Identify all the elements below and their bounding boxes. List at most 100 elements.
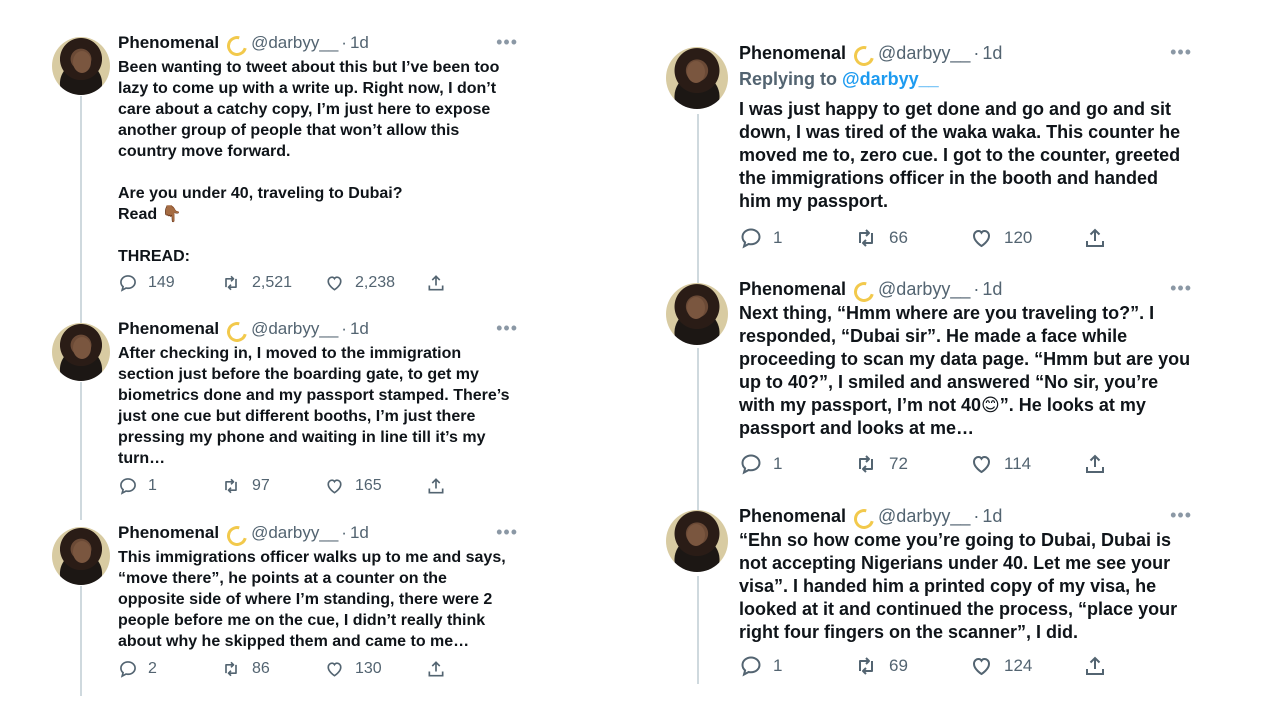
- author-handle[interactable]: @darbyy__: [878, 40, 970, 66]
- retweet-button[interactable]: 69: [853, 654, 969, 678]
- replying-to-label: Replying to: [739, 69, 837, 89]
- retweet-icon: [225, 275, 237, 291]
- retweet-icon: [225, 661, 237, 677]
- heart-icon: [327, 479, 342, 494]
- like-button[interactable]: 165: [324, 476, 426, 496]
- author-name[interactable]: Phenomenal: [118, 520, 219, 546]
- tweet-time[interactable]: 1d: [350, 520, 369, 546]
- avatar[interactable]: [52, 323, 110, 381]
- retweet-button[interactable]: 66: [853, 226, 969, 250]
- tweet-time[interactable]: 1d: [350, 316, 369, 342]
- tweet-time[interactable]: 1d: [350, 30, 369, 56]
- reply-icon: [741, 454, 761, 475]
- like-button[interactable]: 130: [324, 659, 426, 679]
- more-horizontal-icon[interactable]: •••: [1170, 278, 1192, 299]
- tweet-header: Phenomenal @darbyy__ · 1d: [739, 40, 1196, 66]
- avatar[interactable]: [666, 47, 728, 109]
- tweet-time[interactable]: 1d: [982, 503, 1002, 529]
- tweet-header: Phenomenal @darbyy__ · 1d: [739, 276, 1196, 302]
- retweet-button[interactable]: 2,521: [220, 273, 324, 293]
- tweet-header: Phenomenal @darbyy__ · 1d: [118, 520, 522, 546]
- like-count: 2,238: [355, 274, 396, 291]
- author-handle[interactable]: @darbyy__: [878, 276, 970, 302]
- reply-icon: [741, 656, 761, 677]
- separator-dot: ·: [973, 279, 980, 299]
- author-name[interactable]: Phenomenal: [739, 40, 846, 66]
- tweet-actions: 1 97 165: [118, 476, 446, 496]
- separator-dot: ·: [341, 319, 347, 338]
- tweet-header: Phenomenal @darbyy__ · 1d: [118, 30, 522, 56]
- tweet-text: I was just happy to get done and go and …: [739, 99, 1181, 211]
- reply-icon: [741, 228, 761, 249]
- like-count: 114: [1004, 454, 1032, 473]
- retweet-count: 72: [889, 454, 908, 473]
- reply-button[interactable]: 2: [118, 659, 220, 679]
- author-handle[interactable]: @darbyy__: [251, 316, 338, 342]
- author-name[interactable]: Phenomenal: [739, 276, 846, 302]
- reply-button[interactable]: 1: [739, 452, 853, 476]
- heart-icon: [327, 276, 342, 291]
- reply-button[interactable]: 149: [118, 273, 220, 293]
- share-button[interactable]: [426, 273, 446, 293]
- retweet-button[interactable]: 86: [220, 659, 324, 679]
- author-handle[interactable]: @darbyy__: [878, 503, 970, 529]
- heart-icon: [972, 455, 991, 474]
- retweet-count: 97: [252, 477, 270, 494]
- like-count: 165: [355, 477, 382, 494]
- dizzy-icon: [852, 508, 872, 524]
- reply-button[interactable]: 1: [739, 654, 853, 678]
- share-icon: [428, 275, 444, 291]
- more-horizontal-icon[interactable]: •••: [1170, 505, 1192, 526]
- retweet-button[interactable]: 72: [853, 452, 969, 476]
- like-count: 124: [1004, 656, 1033, 675]
- retweet-icon: [859, 229, 873, 247]
- more-horizontal-icon[interactable]: •••: [496, 318, 518, 339]
- author-name[interactable]: Phenomenal: [739, 503, 846, 529]
- reply-button[interactable]: 1: [118, 476, 220, 496]
- avatar[interactable]: [666, 510, 728, 572]
- avatar[interactable]: [52, 37, 110, 95]
- tweet-text: After checking in, I moved to the immigr…: [118, 345, 510, 467]
- author-handle[interactable]: @darbyy__: [251, 30, 338, 56]
- retweet-button[interactable]: 97: [220, 476, 324, 496]
- replying-to-mention[interactable]: @darbyy__: [842, 69, 939, 89]
- more-horizontal-icon[interactable]: •••: [1170, 42, 1192, 63]
- share-button[interactable]: [1083, 654, 1107, 678]
- like-count: 120: [1004, 228, 1033, 247]
- more-horizontal-icon[interactable]: •••: [496, 32, 518, 53]
- like-button[interactable]: 120: [969, 226, 1083, 250]
- more-horizontal-icon[interactable]: •••: [496, 522, 518, 543]
- like-count: 130: [355, 660, 382, 677]
- tweet-actions: 2 86 130: [118, 659, 446, 679]
- reply-button[interactable]: 1: [739, 226, 853, 250]
- thread-connector: [80, 382, 82, 520]
- author-handle[interactable]: @darbyy__: [251, 520, 338, 546]
- tweet-actions: 1 66 120: [739, 226, 1107, 250]
- like-button[interactable]: 2,238: [324, 273, 426, 293]
- tweet-text: This immigrations officer walks up to me…: [118, 549, 506, 650]
- retweet-icon: [225, 478, 237, 494]
- share-button[interactable]: [1083, 452, 1107, 476]
- dizzy-icon: [225, 35, 245, 51]
- tweet-time[interactable]: 1d: [982, 276, 1002, 302]
- like-button[interactable]: 114: [969, 452, 1083, 476]
- share-icon: [1086, 656, 1104, 675]
- share-icon: [428, 661, 444, 677]
- share-button[interactable]: [426, 659, 446, 679]
- heart-icon: [972, 657, 991, 676]
- share-button[interactable]: [1083, 226, 1107, 250]
- tweet-time[interactable]: 1d: [982, 40, 1002, 66]
- avatar[interactable]: [666, 283, 728, 345]
- avatar[interactable]: [52, 527, 110, 585]
- like-button[interactable]: 124: [969, 654, 1083, 678]
- share-button[interactable]: [426, 476, 446, 496]
- retweet-count: 66: [889, 228, 908, 247]
- dizzy-icon: [852, 281, 872, 297]
- author-name[interactable]: Phenomenal: [118, 316, 219, 342]
- reply-count: 1: [773, 454, 783, 473]
- retweet-icon: [859, 657, 873, 675]
- share-icon: [1086, 228, 1104, 247]
- heart-icon: [972, 229, 991, 248]
- thread-connector: [80, 586, 82, 696]
- author-name[interactable]: Phenomenal: [118, 30, 219, 56]
